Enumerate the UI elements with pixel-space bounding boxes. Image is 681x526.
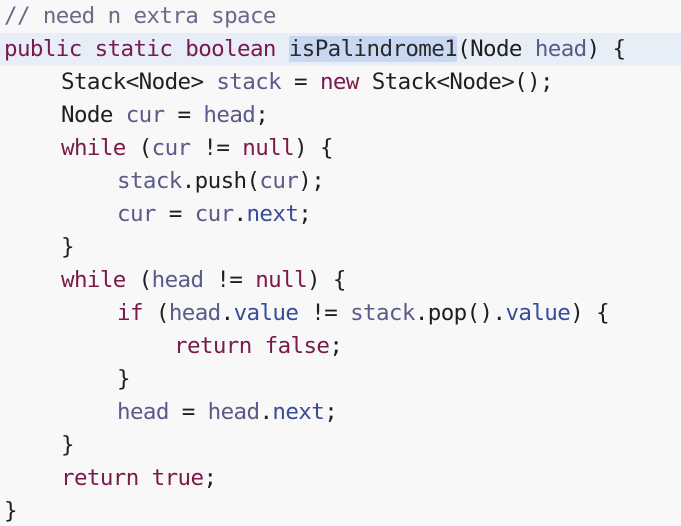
code-token: next <box>246 201 299 227</box>
code-token: cur <box>151 135 191 161</box>
code-token: new <box>319 69 359 95</box>
code-token: head <box>168 300 221 326</box>
code-token: false <box>264 333 330 359</box>
code-token: . <box>259 399 273 425</box>
code-token: ( <box>125 267 153 293</box>
code-line-15: return true; <box>0 462 681 495</box>
code-token: } <box>117 366 131 392</box>
code-token: = <box>168 399 208 425</box>
code-token: value <box>505 300 571 326</box>
code-line-6: stack.push(cur); <box>0 165 681 198</box>
code-line-5: while (cur != null) { <box>0 132 681 165</box>
code-token: head <box>207 399 260 425</box>
code-token: public static boolean <box>4 36 289 62</box>
code-token: ) { <box>586 36 626 62</box>
code-line-3: Stack<Node> stack = new Stack<Node>(); <box>0 66 681 99</box>
code-token: . <box>233 201 248 227</box>
code-token: } <box>4 498 18 524</box>
code-token: != <box>298 300 351 326</box>
code-token: ; <box>203 465 217 491</box>
code-token: } <box>61 432 75 458</box>
code-token: next <box>272 399 325 425</box>
code-token: stack <box>117 168 182 194</box>
code-token: . <box>220 300 235 326</box>
code-token: != <box>190 135 243 161</box>
code-token: while <box>61 267 126 293</box>
code-token: = <box>281 69 320 95</box>
code-token: head <box>151 267 204 293</box>
code-line-8: } <box>0 231 681 264</box>
code-token: ( <box>125 135 153 161</box>
code-token: null <box>255 267 308 293</box>
selected-identifier: isPalindrome1 <box>288 36 458 62</box>
code-token: stack <box>216 69 282 95</box>
code-token: Stack<Node>(); <box>358 69 554 95</box>
code-token: true <box>151 465 204 491</box>
code-token: cur <box>125 102 165 128</box>
code-token: ; <box>298 201 312 227</box>
code-line-10: if (head.value != stack.pop().value) { <box>0 297 681 330</box>
code-token: ; <box>329 333 343 359</box>
code-token: ) { <box>570 300 610 326</box>
code-token: .pop(). <box>414 300 506 326</box>
code-token: head <box>534 36 587 62</box>
code-token: .push( <box>181 168 260 194</box>
code-line-9: while (head != null) { <box>0 264 681 297</box>
code-token: stack <box>350 300 415 326</box>
code-token: = <box>155 201 195 227</box>
code-line-16: } <box>0 495 681 526</box>
code-token: ) { <box>307 267 346 293</box>
code-token: cur <box>259 168 299 194</box>
code-line-7: cur = cur.next; <box>0 198 681 231</box>
code-token: head <box>203 102 256 128</box>
code-token: head <box>117 399 169 425</box>
code-token: value <box>233 300 299 326</box>
code-token: } <box>61 234 75 260</box>
code-token: cur <box>117 201 156 227</box>
code-token: = <box>164 102 204 128</box>
code-token: return <box>174 333 252 359</box>
code-line-1: // need n extra space <box>0 0 681 33</box>
code-token: ); <box>298 168 325 194</box>
code-token: // need n extra space <box>4 3 276 29</box>
code-token: null <box>242 135 295 161</box>
code-line-4: Node cur = head; <box>0 99 681 132</box>
code-line-14: } <box>0 429 681 462</box>
code-token: cur <box>194 201 234 227</box>
code-editor[interactable]: // need n extra space public static bool… <box>0 0 681 526</box>
code-line-12: } <box>0 363 681 396</box>
code-token: while <box>61 135 126 161</box>
code-line-2: public static boolean isPalindrome1(Node… <box>0 33 681 66</box>
code-token: ; <box>324 399 338 425</box>
code-token: != <box>203 267 256 293</box>
code-token: if <box>117 300 144 326</box>
code-token: Node <box>61 102 126 128</box>
code-token: ( <box>142 300 170 326</box>
code-line-11: return false; <box>0 330 681 363</box>
code-token: Stack<Node> <box>61 69 217 95</box>
code-token: (Node <box>457 36 535 62</box>
code-token: ; <box>255 102 269 128</box>
code-token: ) { <box>294 135 333 161</box>
code-token: return <box>61 465 139 491</box>
code-line-13: head = head.next; <box>0 396 681 429</box>
